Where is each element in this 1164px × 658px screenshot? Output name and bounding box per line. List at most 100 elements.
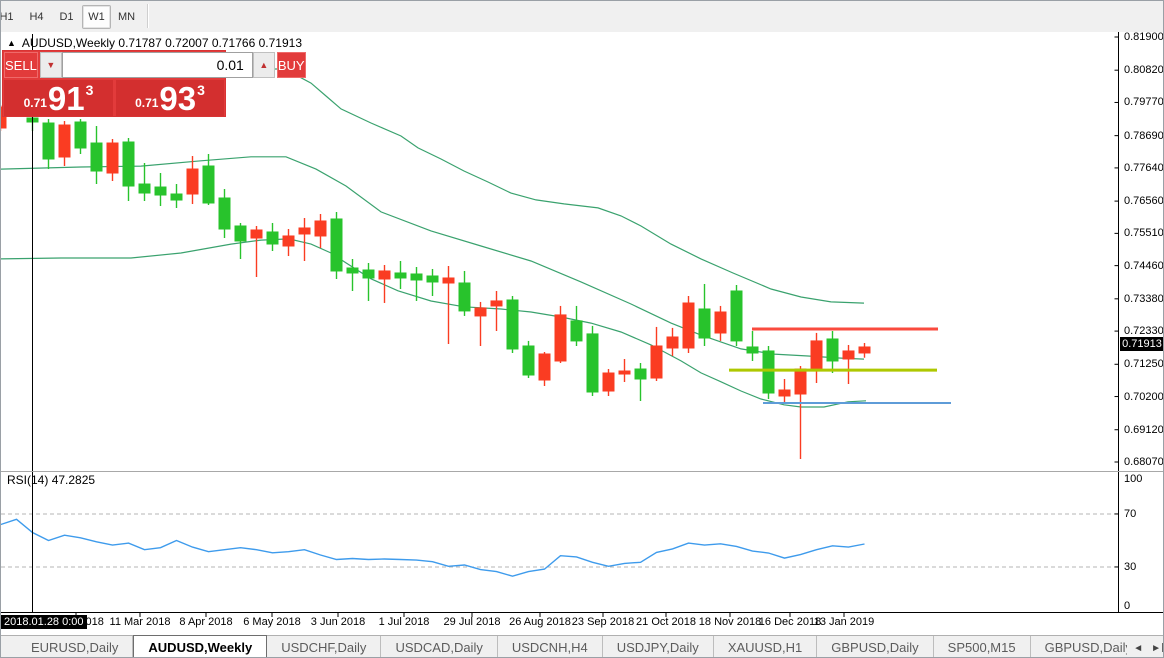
date-axis-label: 21 Oct 2018 [636,616,696,628]
candle [203,154,214,205]
sell-price-pips: 91 [48,84,85,114]
chart-tab-eurusd-daily[interactable]: EURUSD,Daily [17,636,133,658]
candle [363,263,374,301]
date-axis-label: 29 Jul 2018 [444,616,501,628]
candle [587,326,598,396]
chart-tab-usdjpy-daily[interactable]: USDJPY,Daily [603,636,714,658]
candle [459,271,470,316]
chart-tab-gbpusd-daily[interactable]: GBPUSD,Daily [817,636,933,658]
candle [379,265,390,303]
chevron-down-icon: ▼ [46,60,55,70]
candle [139,163,150,201]
price-axis-label: 0.70200 [1124,391,1164,403]
rsi-line [1,519,865,576]
buy-button[interactable]: BUY [277,52,306,78]
candle [315,214,326,248]
candle [635,363,646,401]
candle [299,218,310,261]
candle [571,306,582,346]
candle [667,328,678,356]
candle [171,184,182,208]
collapse-icon[interactable]: ▲ [7,38,16,48]
candle [859,343,870,358]
sell-price-prefix: 0.71 [24,96,47,110]
timeframe-button-h1[interactable]: H1 [0,5,21,29]
candle [427,269,438,296]
volume-input[interactable] [62,52,253,78]
price-axis-label: 0.81900 [1124,31,1164,43]
candle [715,306,726,341]
ohlc-low: 0.71766 [212,36,255,50]
sell-button[interactable]: SELL [4,52,38,78]
candle [811,333,822,383]
timeframe-toolbar: H1H4D1W1MN [1,1,1164,33]
candle [843,345,854,384]
indicator-label: RSI(14) 47.2825 [7,473,95,487]
date-axis-label: 6 May 2018 [243,616,300,628]
rsi-axis-label: 0 [1124,600,1130,612]
buy-price-pips: 93 [159,84,196,114]
candle [395,261,406,289]
chart-canvas[interactable] [1,32,1164,635]
chart-title: AUDUSD,Weekly [22,36,115,50]
candle [683,296,694,353]
date-axis-label: 3 Jun 2018 [311,616,365,628]
date-axis-label: 23 Sep 2018 [572,616,634,628]
price-axis-label: 0.73380 [1124,293,1164,305]
ohlc-high: 0.72007 [165,36,208,50]
volume-increase-button[interactable]: ▲ [253,52,275,78]
candle [763,346,774,399]
candle [475,302,486,346]
date-axis-label: 26 Aug 2018 [509,616,571,628]
chart-area[interactable]: ▲AUDUSD,Weekly 0.71787 0.72007 0.71766 0… [1,32,1164,635]
timeframe-button-h4[interactable]: H4 [22,5,51,29]
candle [331,212,342,279]
chart-tab-usdcnh-h4[interactable]: USDCNH,H4 [498,636,603,658]
candle [267,223,278,251]
volume-decrease-button[interactable]: ▼ [40,52,62,78]
candle [619,359,630,382]
mt4-window: H1H4D1W1MN ▲AUDUSD,Weekly 0.71787 0.7200… [0,0,1164,658]
candle [123,138,134,201]
candle [155,173,166,206]
timeframe-button-w1[interactable]: W1 [82,5,111,29]
tab-scroll-left-icon[interactable]: ◄ [1133,643,1143,654]
candle [347,259,358,291]
rsi-axis-label: 70 [1124,508,1136,520]
price-axis-label: 0.71250 [1124,358,1164,370]
candle [107,139,118,181]
date-axis-label: 1 Jul 2018 [379,616,430,628]
chart-tab-audusd-weekly[interactable]: AUDUSD,Weekly [133,635,267,658]
one-click-trade-panel: SELL ▼ ▲ BUY 0.71 91 3 0.71 93 3 [3,51,225,116]
chart-tab-usdchf-daily[interactable]: USDCHF,Daily [267,636,381,658]
candle [795,366,806,459]
rsi-axis-label: 30 [1124,561,1136,573]
price-axis-label: 0.75510 [1124,227,1164,239]
price-axis-label: 0.74460 [1124,260,1164,272]
tab-scroll-right-icon[interactable]: ► [1151,643,1161,654]
candle [507,296,518,353]
date-axis-label: 16 Dec 2018 [759,616,821,628]
buy-price-point: 3 [197,82,205,98]
buy-price-prefix: 0.71 [135,96,158,110]
price-axis-label: 0.69120 [1124,424,1164,436]
rsi-axis-label: 100 [1124,473,1142,485]
price-axis-label: 0.68070 [1124,456,1164,468]
buy-price-box[interactable]: 0.71 93 3 [116,80,224,116]
candle [91,126,102,184]
tab-scroll-buttons: ◄ ► [1127,636,1161,658]
candle [187,156,198,204]
timeframe-button-d1[interactable]: D1 [52,5,81,29]
chart-tab-xauusd-h1[interactable]: XAUUSD,H1 [714,636,817,658]
rsi-pane [1,514,1119,576]
sell-price-box[interactable]: 0.71 91 3 [4,80,113,116]
candle [251,226,262,277]
price-axis-label: 0.78690 [1124,130,1164,142]
chart-tab-bar: EURUSD,DailyAUDUSD,WeeklyUSDCHF,DailyUSD… [1,635,1164,658]
chart-tab-usdcad-daily[interactable]: USDCAD,Daily [381,636,497,658]
timeframe-button-mn[interactable]: MN [112,5,141,29]
candle [75,119,86,154]
ohlc-close: 0.71913 [259,36,302,50]
candle [779,379,790,404]
chart-tab-sp500-m15[interactable]: SP500,M15 [934,636,1031,658]
